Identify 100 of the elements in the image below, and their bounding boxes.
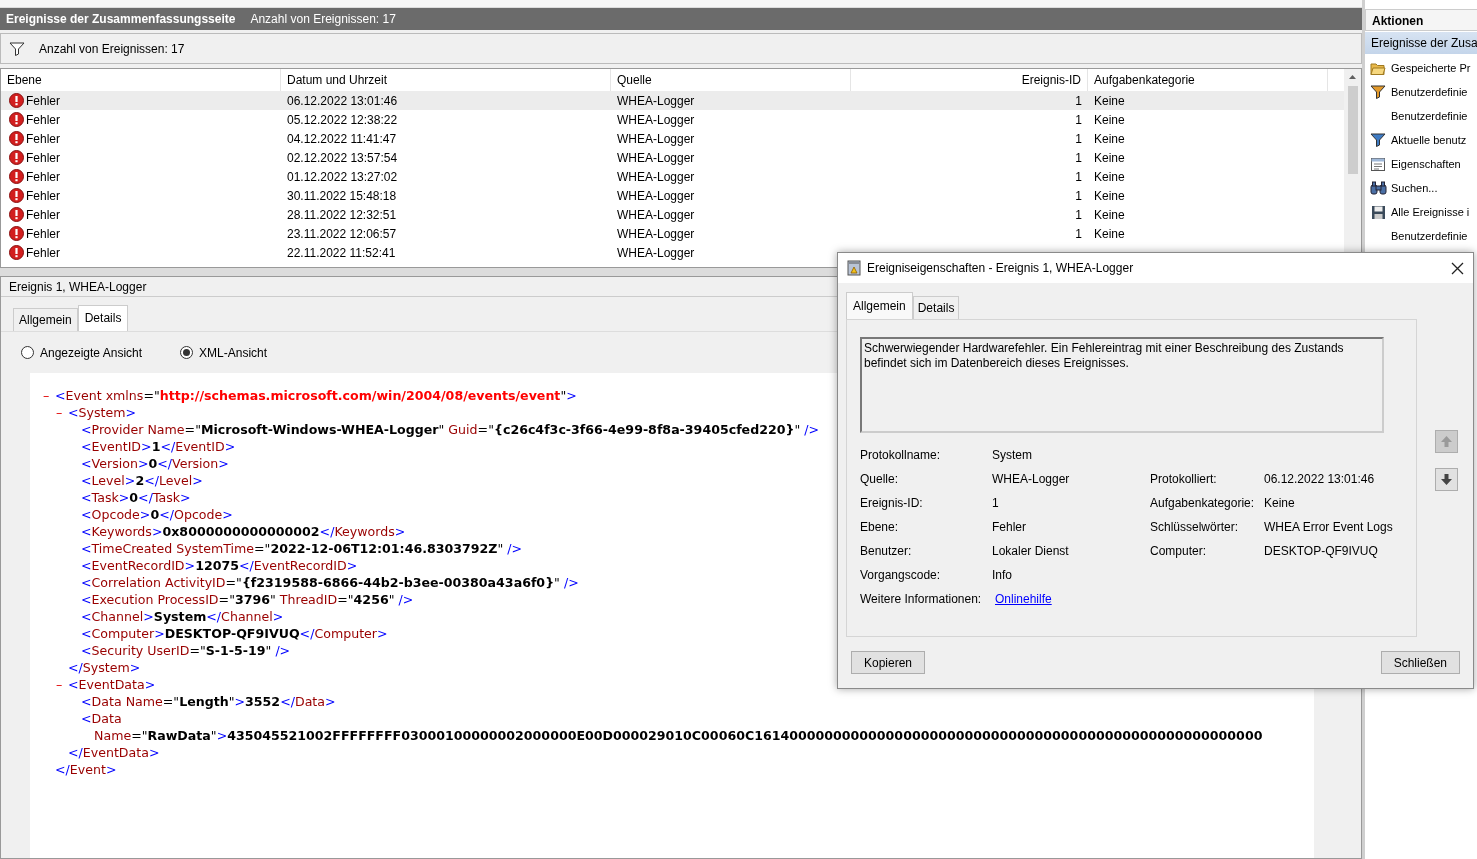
close-button[interactable]	[1451, 261, 1464, 275]
table-cell-text: Fehler	[26, 244, 60, 262]
table-row[interactable]: Fehler 04.12.2022 11:41:47 WHEA-Logger 1 Keine	[1, 129, 1344, 148]
radio-label[interactable]: Angezeigte Ansicht	[40, 343, 143, 362]
table-cell-text: WHEA-Logger	[616, 206, 696, 224]
table-cell-text: 28.11.2022 12:32:51	[286, 206, 398, 224]
action-item[interactable]: Suchen...	[1365, 176, 1477, 200]
tab[interactable]: Details	[77, 305, 129, 331]
field-value: Info	[992, 568, 1012, 582]
collapse-toggle[interactable]: –	[56, 676, 68, 693]
field-value: WHEA Error Event Logs	[1264, 520, 1393, 534]
up-arrow-icon	[1439, 434, 1454, 449]
table-row[interactable]: Fehler 22.11.2022 11:52:41 WHEA-Logger	[1, 243, 1344, 262]
properties-icon	[1370, 156, 1386, 172]
action-item[interactable]: Eigenschaften	[1365, 152, 1477, 176]
error-icon	[9, 188, 24, 203]
table-cell-text: Keine	[1093, 149, 1126, 167]
action-item[interactable]: Benutzerdefinie	[1365, 224, 1477, 248]
table-cell-text: 1	[1074, 111, 1083, 129]
action-item[interactable]: Gespeicherte Pr	[1365, 56, 1477, 80]
field-value: 1	[992, 496, 999, 510]
pane-title: Ereignisse der Zusammenfassungsseite	[6, 11, 236, 28]
table-cell-text: 30.11.2022 15:48:18	[286, 187, 398, 205]
xml-line: <Security UserID="S-1-5-19" />	[81, 642, 291, 659]
field-value: Lokaler Dienst	[992, 544, 1069, 558]
collapse-toggle[interactable]: –	[43, 387, 55, 404]
filter-icon	[9, 41, 25, 56]
field-label: Aufgabenkategorie:	[1150, 495, 1256, 512]
xml-line: <Version>0</Version>	[81, 455, 229, 472]
table-cell-text: WHEA-Logger	[616, 111, 696, 129]
table-cell-text: Fehler	[26, 206, 60, 224]
field-label: Ereignis-ID:	[860, 495, 924, 512]
xml-line: <Data	[81, 710, 122, 727]
table-row[interactable]: Fehler 23.11.2022 12:06:57 WHEA-Logger 1 Keine	[1, 224, 1344, 243]
radio-label[interactable]: XML-Ansicht	[199, 343, 268, 362]
table-cell-text: WHEA-Logger	[616, 244, 696, 262]
table-row[interactable]: Fehler 06.12.2022 13:01:46 WHEA-Logger 1 Keine	[1, 91, 1344, 110]
panel-title: Aktionen	[1365, 9, 1477, 31]
tab[interactable]: Allgemein	[846, 292, 913, 319]
xml-line: <System>	[68, 404, 137, 421]
table-cell-text: 1	[1074, 206, 1083, 224]
table-cell-text: 23.11.2022 12:06:57	[286, 225, 398, 243]
down-arrow-icon	[1439, 472, 1454, 487]
field-label: Protokolliert:	[1150, 471, 1218, 488]
table-row[interactable]: Fehler 05.12.2022 12:38:22 WHEA-Logger 1 Keine	[1, 110, 1344, 129]
table-cell-text: 1	[1074, 130, 1083, 148]
xml-line: <Task>0</Task>	[81, 489, 191, 506]
action-item[interactable]: Benutzerdefinie	[1365, 80, 1477, 104]
action-item[interactable]: Benutzerdefinie	[1365, 104, 1477, 128]
tab[interactable]: Allgemein	[13, 308, 78, 331]
table-cell-text: 1	[1074, 168, 1083, 186]
action-item[interactable]: Alle Ereignisse i	[1365, 200, 1477, 224]
next-button[interactable]	[1435, 468, 1458, 491]
xml-line: <Provider Name="Microsoft-Windows-WHEA-Logger" Guid="{c26c4f3c-3f66-4e99-8f8a-39405cfed220}" />	[81, 421, 820, 438]
table-cell-text: WHEA-Logger	[616, 130, 696, 148]
radio-button[interactable]	[21, 346, 34, 359]
window-title: Ereigniseigenschaften - Ereignis 1, WHEA-Logger	[867, 260, 1134, 277]
radio-button[interactable]	[180, 346, 194, 359]
field-value: Keine	[1264, 496, 1295, 510]
table-cell-text: Keine	[1093, 168, 1126, 186]
table-cell-text: Fehler	[26, 92, 60, 110]
xml-line: </System>	[68, 659, 141, 676]
table-cell-text: 1	[1074, 92, 1083, 110]
table-row[interactable]: Fehler 01.12.2022 13:27:02 WHEA-Logger 1 Keine	[1, 167, 1344, 186]
xml-line: <Data Name="Length">3552</Data>	[81, 693, 336, 710]
tab[interactable]: Details	[912, 296, 960, 319]
table-cell-text: Keine	[1093, 206, 1126, 224]
table-cell-text: Keine	[1093, 92, 1126, 110]
xml-line: </EventData>	[68, 744, 160, 761]
table-row[interactable]: Fehler 30.11.2022 15:48:18 WHEA-Logger 1 Keine	[1, 186, 1344, 205]
dialog-button[interactable]: Schließen	[1380, 651, 1460, 674]
xml-line: <TimeCreated SystemTime="2022-12-06T12:01:46.8303792Z" />	[81, 540, 523, 557]
table-cell-text: 06.12.2022 13:01:46	[286, 92, 399, 110]
xml-line: <Opcode>0</Opcode>	[81, 506, 233, 523]
filter-summary: Anzahl von Ereignissen: 17	[39, 40, 185, 58]
section-header[interactable]: Ereignisse der Zusa	[1365, 32, 1477, 54]
document-icon	[847, 260, 861, 276]
xml-line: <Channel>System</Channel>	[81, 608, 284, 625]
field-label: Vorgangscode:	[860, 567, 942, 584]
description-box: Schwerwiegender Hardwarefehler. Ein Fehlereintrag mit einer Beschreibung des Zustands befindet sich im Datenbereich dieses Ereignisses.	[860, 337, 1384, 433]
action-item[interactable]: Aktuelle benutz	[1365, 128, 1477, 152]
table-cell-text: Fehler	[26, 111, 60, 129]
collapse-toggle[interactable]: –	[56, 404, 68, 421]
error-icon	[9, 169, 24, 184]
table-row[interactable]: Fehler 28.11.2022 12:32:51 WHEA-Logger 1 Keine	[1, 205, 1344, 224]
field-value: Fehler	[992, 520, 1026, 534]
funnel-icon	[1370, 133, 1386, 147]
error-icon	[9, 245, 24, 260]
xml-line: <Correlation ActivityID="{f2319588-6866-44b2-b3ee-00380a43a6f0}" />	[81, 574, 579, 591]
folder-icon	[1370, 61, 1386, 75]
xml-line: Name="RawData">435045521002FFFFFFFF03000100000002000000E00D000029010C00060C1614000000000000000000000000000000000000000000000000000000	[94, 727, 1263, 744]
table-cell-text: 22.11.2022 11:52:41	[286, 244, 397, 262]
dialog-button[interactable]: Kopieren	[851, 651, 926, 674]
table-row[interactable]: Fehler 02.12.2022 13:57:54 WHEA-Logger 1 Keine	[1, 148, 1344, 167]
funnel-icon	[1370, 85, 1386, 99]
table-cell-text: Fehler	[26, 149, 60, 167]
xml-line: <Computer>DESKTOP-QF9IVUQ</Computer>	[81, 625, 388, 642]
help-link[interactable]: Onlinehilfe	[995, 592, 1052, 606]
error-icon	[9, 150, 24, 165]
field-value: System	[992, 448, 1032, 462]
